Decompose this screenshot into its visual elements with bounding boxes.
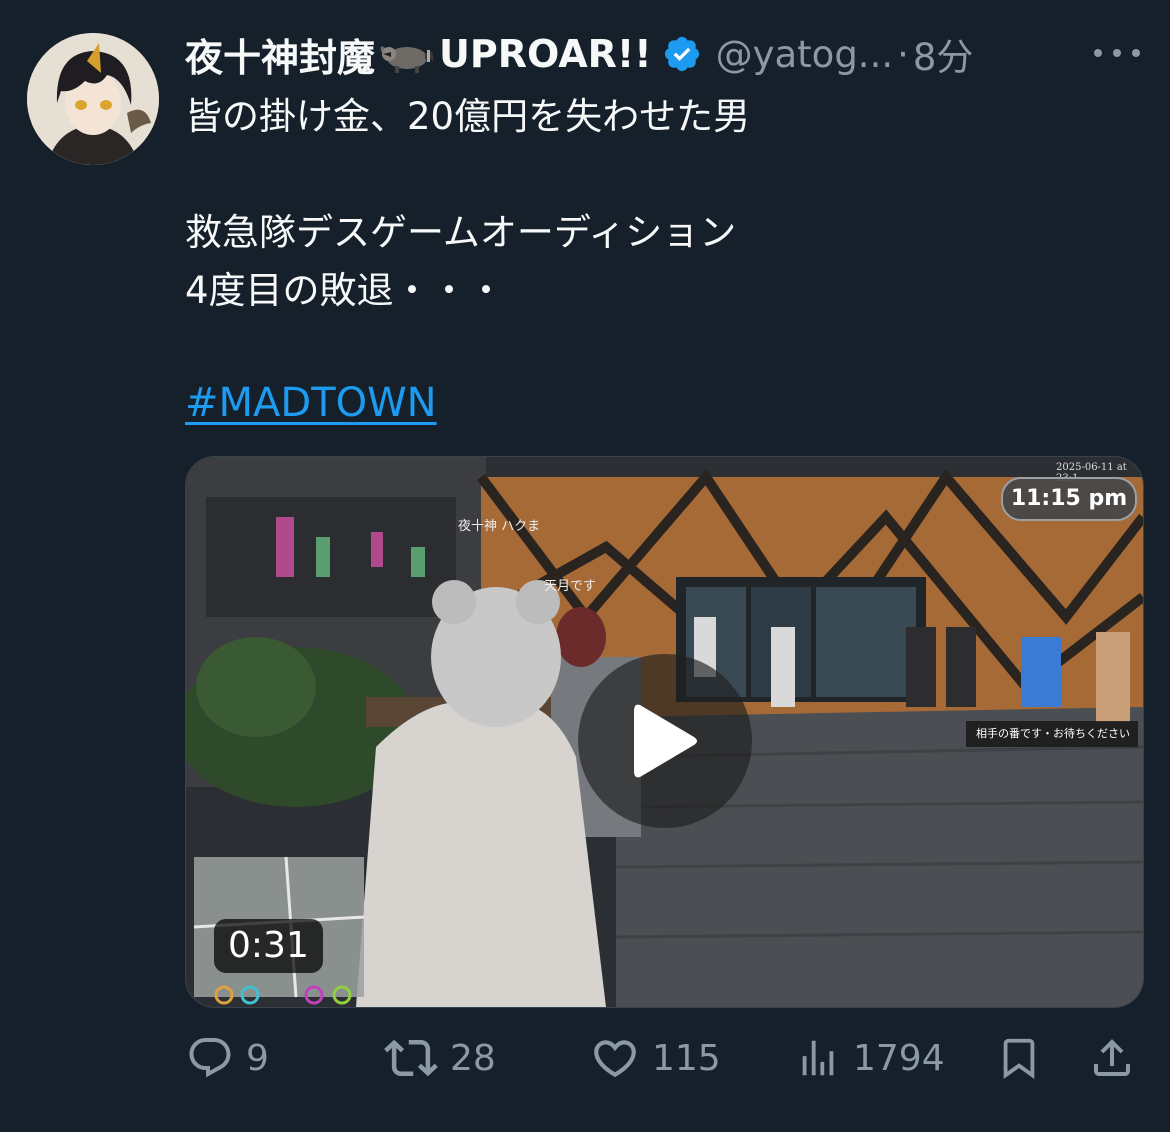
repost-icon [384,1039,438,1077]
action-bar: 9 28 115 1794 [0,1028,1170,1088]
game-notification: 相手の番です・お待ちください [966,721,1138,747]
reply-button[interactable]: 9 [186,1028,269,1088]
bookmark-button[interactable] [996,1028,1042,1088]
raccoon-icon [380,46,434,73]
tweet-line: 皆の掛け金、20億円を失わせた男 [185,95,751,138]
repost-button[interactable]: 28 [384,1028,496,1088]
like-button[interactable]: 115 [590,1028,721,1088]
video-duration: 0:31 [214,919,323,973]
reply-icon [189,1038,231,1078]
tweet-text: 皆の掛け金、20億円を失わせた男 救急隊デスゲームオーディション 4度目の敗退・… [185,88,1125,320]
timestamp[interactable]: 8分 [913,27,974,81]
display-name-suffix[interactable]: UPROAR!! [439,32,652,76]
views-icon [802,1040,834,1076]
like-count: 115 [652,1037,721,1079]
hashtag-link[interactable]: #MADTOWN [185,374,437,432]
display-name[interactable]: 夜十神封魔 [185,27,375,82]
verified-badge-icon [664,36,699,72]
tweet-header: 夜十神封魔 UPROAR!! @yatog... · 8分 [185,28,1085,80]
video-player[interactable]: 2025-06-11 at 23:1 11:15 pm 夜十神 ハクま 天月です… [185,456,1144,1008]
heart-icon [594,1040,636,1078]
dot [1113,49,1121,57]
player-name-tag: 夜十神 ハクま [458,519,541,534]
play-button[interactable] [578,654,752,828]
share-button[interactable] [1088,1028,1136,1088]
tweet-line: 救急隊デスゲームオーディション [185,211,737,254]
dot [1132,49,1140,57]
share-icon [1094,1039,1130,1076]
views-button[interactable]: 1794 [795,1028,945,1088]
bookmark-icon [1003,1038,1035,1079]
avatar-image [27,33,159,165]
handle[interactable]: @yatog... [716,33,893,76]
repost-count: 28 [450,1037,496,1079]
game-clock: 11:15 pm [1001,477,1137,521]
dot [1094,49,1102,57]
more-options-icon[interactable] [1094,38,1140,68]
avatar[interactable] [27,33,159,165]
tweet[interactable]: 夜十神封魔 UPROAR!! @yatog... · 8分 皆の掛け金、20億円… [0,0,1170,1132]
tweet-line: 4度目の敗退・・・ [185,269,505,312]
play-icon [634,704,697,778]
player-name-tag: 天月です [544,579,597,594]
reply-count: 9 [246,1037,269,1079]
separator: · [897,32,909,76]
view-count: 1794 [853,1037,945,1079]
